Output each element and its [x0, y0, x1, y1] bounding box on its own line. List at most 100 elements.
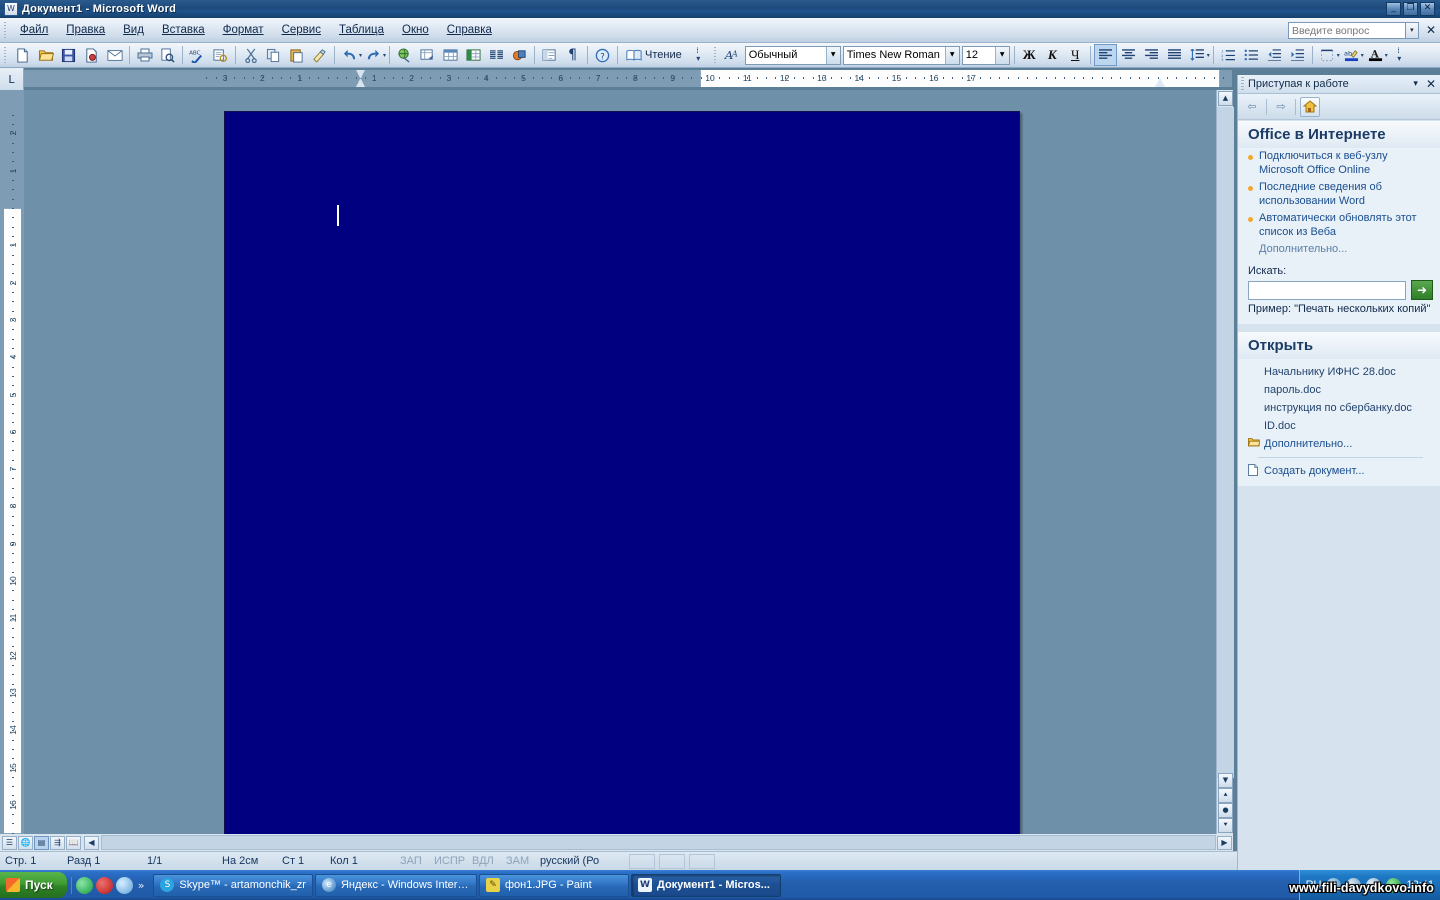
scroll-left-button[interactable]: ◀: [84, 835, 99, 850]
copy-icon[interactable]: [262, 44, 285, 66]
font-combo[interactable]: Times New Roman ▼: [842, 45, 960, 65]
taskbar-item-paint[interactable]: ✎ фон1.JPG - Paint: [478, 873, 629, 897]
view-web-layout[interactable]: 🌐: [18, 835, 33, 850]
task-pane-grip[interactable]: [1241, 77, 1244, 91]
tables-borders-icon[interactable]: [416, 44, 439, 66]
show-formatting-icon[interactable]: ¶: [561, 44, 584, 66]
italic-button[interactable]: К: [1041, 44, 1064, 66]
chevron-down-icon[interactable]: ▾: [1405, 21, 1419, 39]
menu-edit[interactable]: Правка: [57, 21, 114, 39]
align-right-icon[interactable]: [1140, 44, 1163, 66]
status-trk[interactable]: ИСПР: [429, 855, 467, 867]
view-reading[interactable]: 📖: [66, 835, 81, 850]
start-button[interactable]: Пуск: [0, 872, 67, 898]
document-map-icon[interactable]: [538, 44, 561, 66]
search-input[interactable]: [1248, 280, 1406, 300]
status-ext[interactable]: ВДЛ: [467, 855, 501, 867]
align-justify-icon[interactable]: [1163, 44, 1186, 66]
insert-excel-icon[interactable]: [462, 44, 485, 66]
font-color-icon[interactable]: A: [1364, 44, 1387, 66]
scroll-down-button[interactable]: ▼: [1218, 773, 1233, 788]
bulleted-list-icon[interactable]: [1240, 44, 1263, 66]
highlight-icon[interactable]: ab: [1340, 44, 1363, 66]
list-item[interactable]: Автоматически обновлять этот список из В…: [1248, 212, 1433, 239]
forward-icon[interactable]: ⇨: [1271, 97, 1291, 117]
toolbar-options-icon[interactable]: ⁞ ▾: [687, 44, 710, 66]
line-spacing-icon[interactable]: [1186, 44, 1209, 66]
hyperlink-icon[interactable]: [393, 44, 416, 66]
view-print-layout[interactable]: ▤: [34, 835, 49, 850]
taskbar-item-skype[interactable]: S Skype™ - artamonchik_zr: [153, 873, 313, 897]
status-save-box[interactable]: [659, 853, 685, 869]
menu-window[interactable]: Окно: [393, 21, 438, 39]
columns-icon[interactable]: [485, 44, 508, 66]
new-document-icon[interactable]: [11, 44, 34, 66]
create-document-item[interactable]: Создать документ...: [1248, 462, 1433, 480]
research-icon[interactable]: [209, 44, 232, 66]
bold-button[interactable]: Ж: [1018, 44, 1041, 66]
list-item[interactable]: Начальнику ИФНС 28.doc: [1248, 363, 1433, 381]
open-more-item[interactable]: Дополнительно...: [1247, 435, 1433, 453]
spellcheck-icon[interactable]: ABC: [186, 44, 209, 66]
cut-icon[interactable]: [239, 44, 262, 66]
drawing-icon[interactable]: [508, 44, 531, 66]
toolbar-overflow-icon[interactable]: ⁞ ▾: [1388, 44, 1411, 66]
print-icon[interactable]: [133, 44, 156, 66]
hanging-indent-marker[interactable]: [356, 79, 365, 87]
chevron-down-icon[interactable]: ▼: [944, 46, 959, 64]
menu-file[interactable]: Файл: [11, 21, 57, 39]
ql-opera-icon[interactable]: [95, 876, 113, 894]
font-size-combo[interactable]: 12 ▼: [961, 45, 1010, 65]
scroll-right-button[interactable]: ▶: [1217, 835, 1232, 850]
menu-tools[interactable]: Сервис: [273, 21, 330, 39]
task-pane-dropdown-icon[interactable]: ▾: [1409, 79, 1422, 89]
ask-a-question-input[interactable]: Введите вопрос: [1287, 21, 1406, 39]
status-spelling-box[interactable]: [629, 853, 655, 869]
increase-indent-icon[interactable]: [1286, 44, 1309, 66]
chevron-down-icon[interactable]: ▼: [825, 46, 840, 64]
list-item[interactable]: инструкция по сбербанку.doc: [1248, 399, 1433, 417]
status-extra-box[interactable]: [689, 853, 715, 869]
back-icon[interactable]: ⇦: [1242, 97, 1262, 117]
open-folder-icon[interactable]: [34, 44, 57, 66]
menu-view[interactable]: Вид: [114, 21, 153, 39]
vertical-scroll-track[interactable]: [1217, 107, 1234, 778]
link-office-online-more[interactable]: Дополнительно...: [1248, 243, 1433, 255]
chevron-down-icon[interactable]: ▼: [994, 46, 1009, 64]
format-painter-icon[interactable]: [308, 44, 331, 66]
vertical-ruler[interactable]: 2112345678910111213141516: [4, 90, 21, 834]
list-item[interactable]: Подключиться к веб-узлу Microsoft Office…: [1248, 150, 1433, 177]
align-center-icon[interactable]: [1117, 44, 1140, 66]
redo-icon[interactable]: [362, 44, 385, 66]
toolbar-grip-formatting[interactable]: [712, 47, 717, 63]
search-go-button[interactable]: ➜: [1411, 280, 1433, 300]
styles-formatting-icon[interactable]: AA: [721, 44, 744, 66]
menu-format[interactable]: Формат: [214, 21, 273, 39]
insert-table-icon[interactable]: [439, 44, 462, 66]
view-outline[interactable]: ⇶: [50, 835, 65, 850]
permission-icon[interactable]: [80, 44, 103, 66]
select-browse-object-button[interactable]: ●: [1218, 803, 1233, 818]
menu-insert[interactable]: Вставка: [153, 21, 214, 39]
borders-icon[interactable]: [1316, 44, 1339, 66]
maximize-button[interactable]: ❐: [1403, 2, 1418, 16]
reading-view-button[interactable]: Чтение: [621, 47, 687, 63]
link-office-online[interactable]: Подключиться к веб-узлу Microsoft Office…: [1259, 150, 1433, 177]
status-language[interactable]: русский (Ро: [535, 855, 627, 867]
horizontal-ruler[interactable]: 3211234567891011121314151617: [24, 70, 1232, 87]
menubar-grip[interactable]: [3, 22, 7, 38]
taskbar-item-yandex[interactable]: e Яндекс - Windows Intern...: [314, 873, 477, 897]
close-button[interactable]: ✕: [1420, 2, 1435, 16]
undo-icon[interactable]: [338, 44, 361, 66]
align-left-icon[interactable]: [1093, 44, 1117, 66]
underline-button[interactable]: Ч: [1064, 44, 1087, 66]
vertical-scrollbar[interactable]: ▲ ▼ ⯅ ● ⯆: [1216, 90, 1234, 834]
menu-help[interactable]: Справка: [438, 21, 501, 39]
taskbar-item-word[interactable]: W Документ1 - Micros...: [630, 873, 781, 897]
email-icon[interactable]: [103, 44, 126, 66]
list-item[interactable]: ID.doc: [1248, 417, 1433, 435]
help-icon[interactable]: ?: [591, 44, 614, 66]
ql-phone-icon[interactable]: [75, 876, 93, 894]
previous-page-button[interactable]: ⯅: [1218, 788, 1233, 803]
decrease-indent-icon[interactable]: [1263, 44, 1286, 66]
